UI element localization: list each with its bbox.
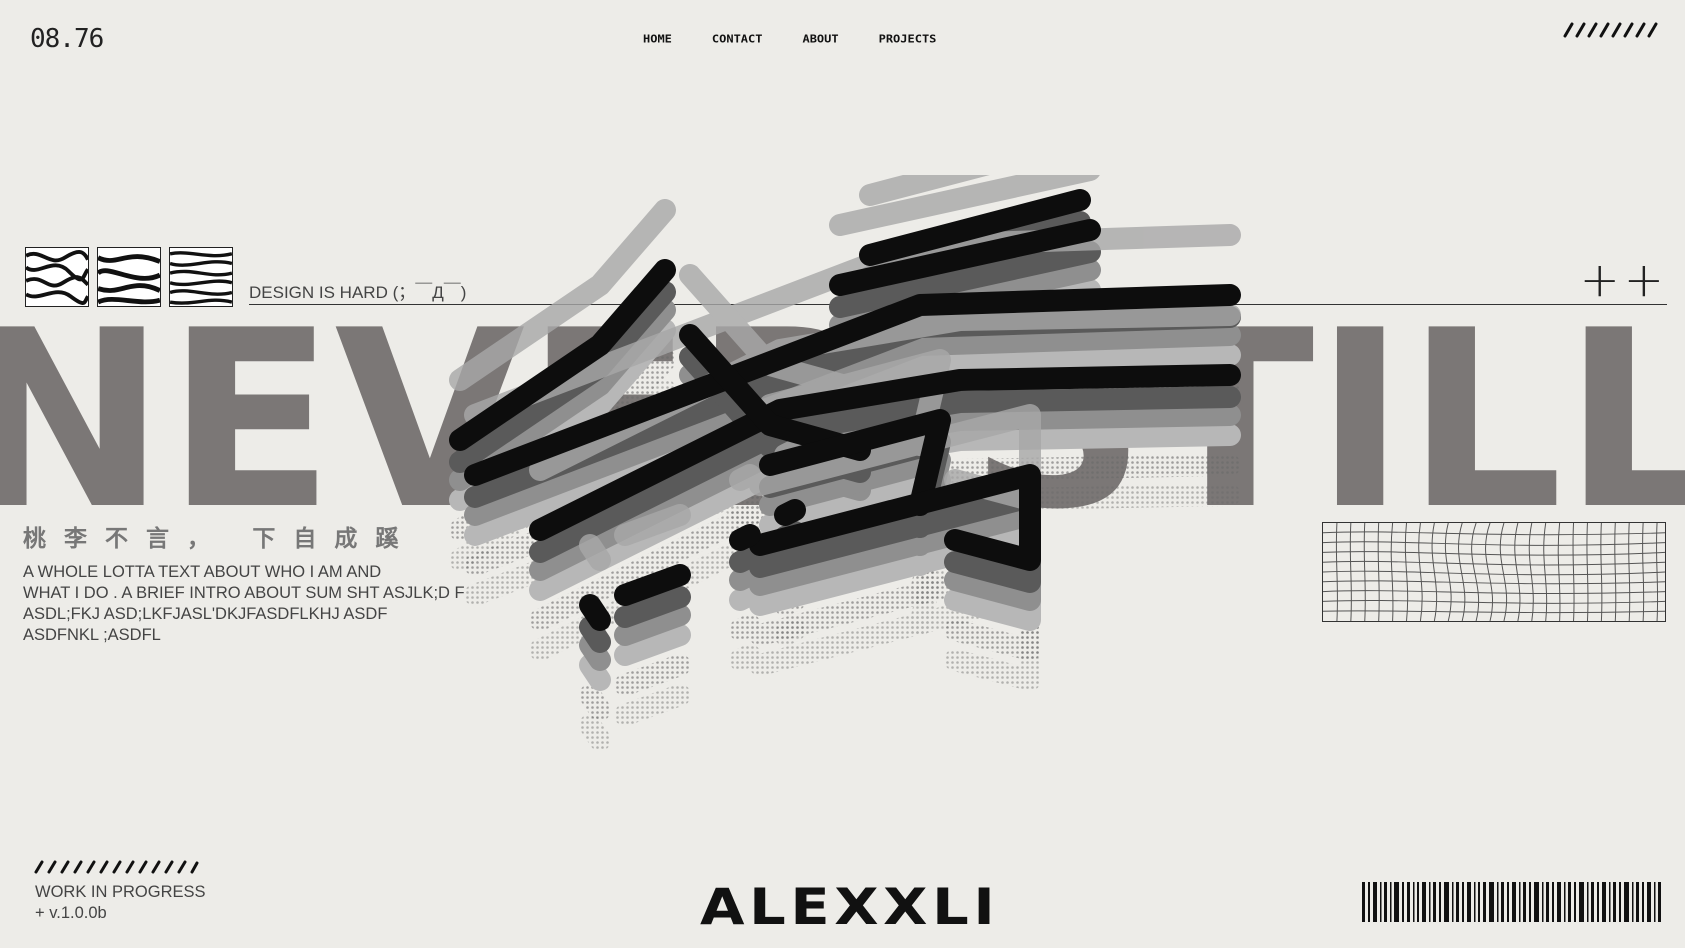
status-line-1: WORK IN PROGRESS (35, 883, 206, 901)
clock-display: 08.76 (30, 24, 104, 54)
version-label: + v.1.0.0b (35, 904, 107, 922)
barcode-graphic (1362, 882, 1661, 922)
nav-projects[interactable]: Projects (879, 30, 937, 47)
plus-icons: ++ (1579, 252, 1668, 308)
chinese-proverb: 桃李不言， 下自成蹊 (23, 525, 417, 551)
intro-line: ASDL;FKJ ASD;LKFJASL'DKJFASDFLKHJ ASDF (23, 605, 388, 623)
intro-line: ASDFNKL ;ASDFL (23, 626, 161, 644)
slashes-decoration (1563, 22, 1658, 38)
thumbnail-strip (25, 247, 233, 307)
intro-line: A WHOLE LOTTA TEXT ABOUT WHO I AM AND (23, 563, 382, 581)
warped-grid-graphic (1322, 522, 1666, 622)
wave-thumbnail-2[interactable] (97, 247, 161, 307)
intro-text: A WHOLE LOTTA TEXT ABOUT WHO I AM AND WH… (23, 562, 483, 646)
main-nav: Home Contact About Projects (643, 28, 936, 48)
status-text: WORK IN PROGRESS + v.1.0.0b (35, 882, 206, 924)
tagline: DESIGN IS HARD (；￣Д￣) (249, 283, 467, 302)
wave-thumbnail-1[interactable] (25, 247, 89, 307)
brand-logo[interactable]: ALEXXLI (700, 878, 999, 936)
intro-line: WHAT I DO . A BRIEF INTRO ABOUT SUM SHT … (23, 584, 465, 602)
calligraphy-logo-graphic (440, 175, 1300, 775)
nav-about[interactable]: About (802, 30, 838, 47)
nav-contact[interactable]: Contact (712, 30, 763, 47)
wave-thumbnail-3[interactable] (169, 247, 233, 307)
nav-home[interactable]: Home (643, 30, 672, 47)
slashes-decoration-bottom (34, 860, 199, 874)
